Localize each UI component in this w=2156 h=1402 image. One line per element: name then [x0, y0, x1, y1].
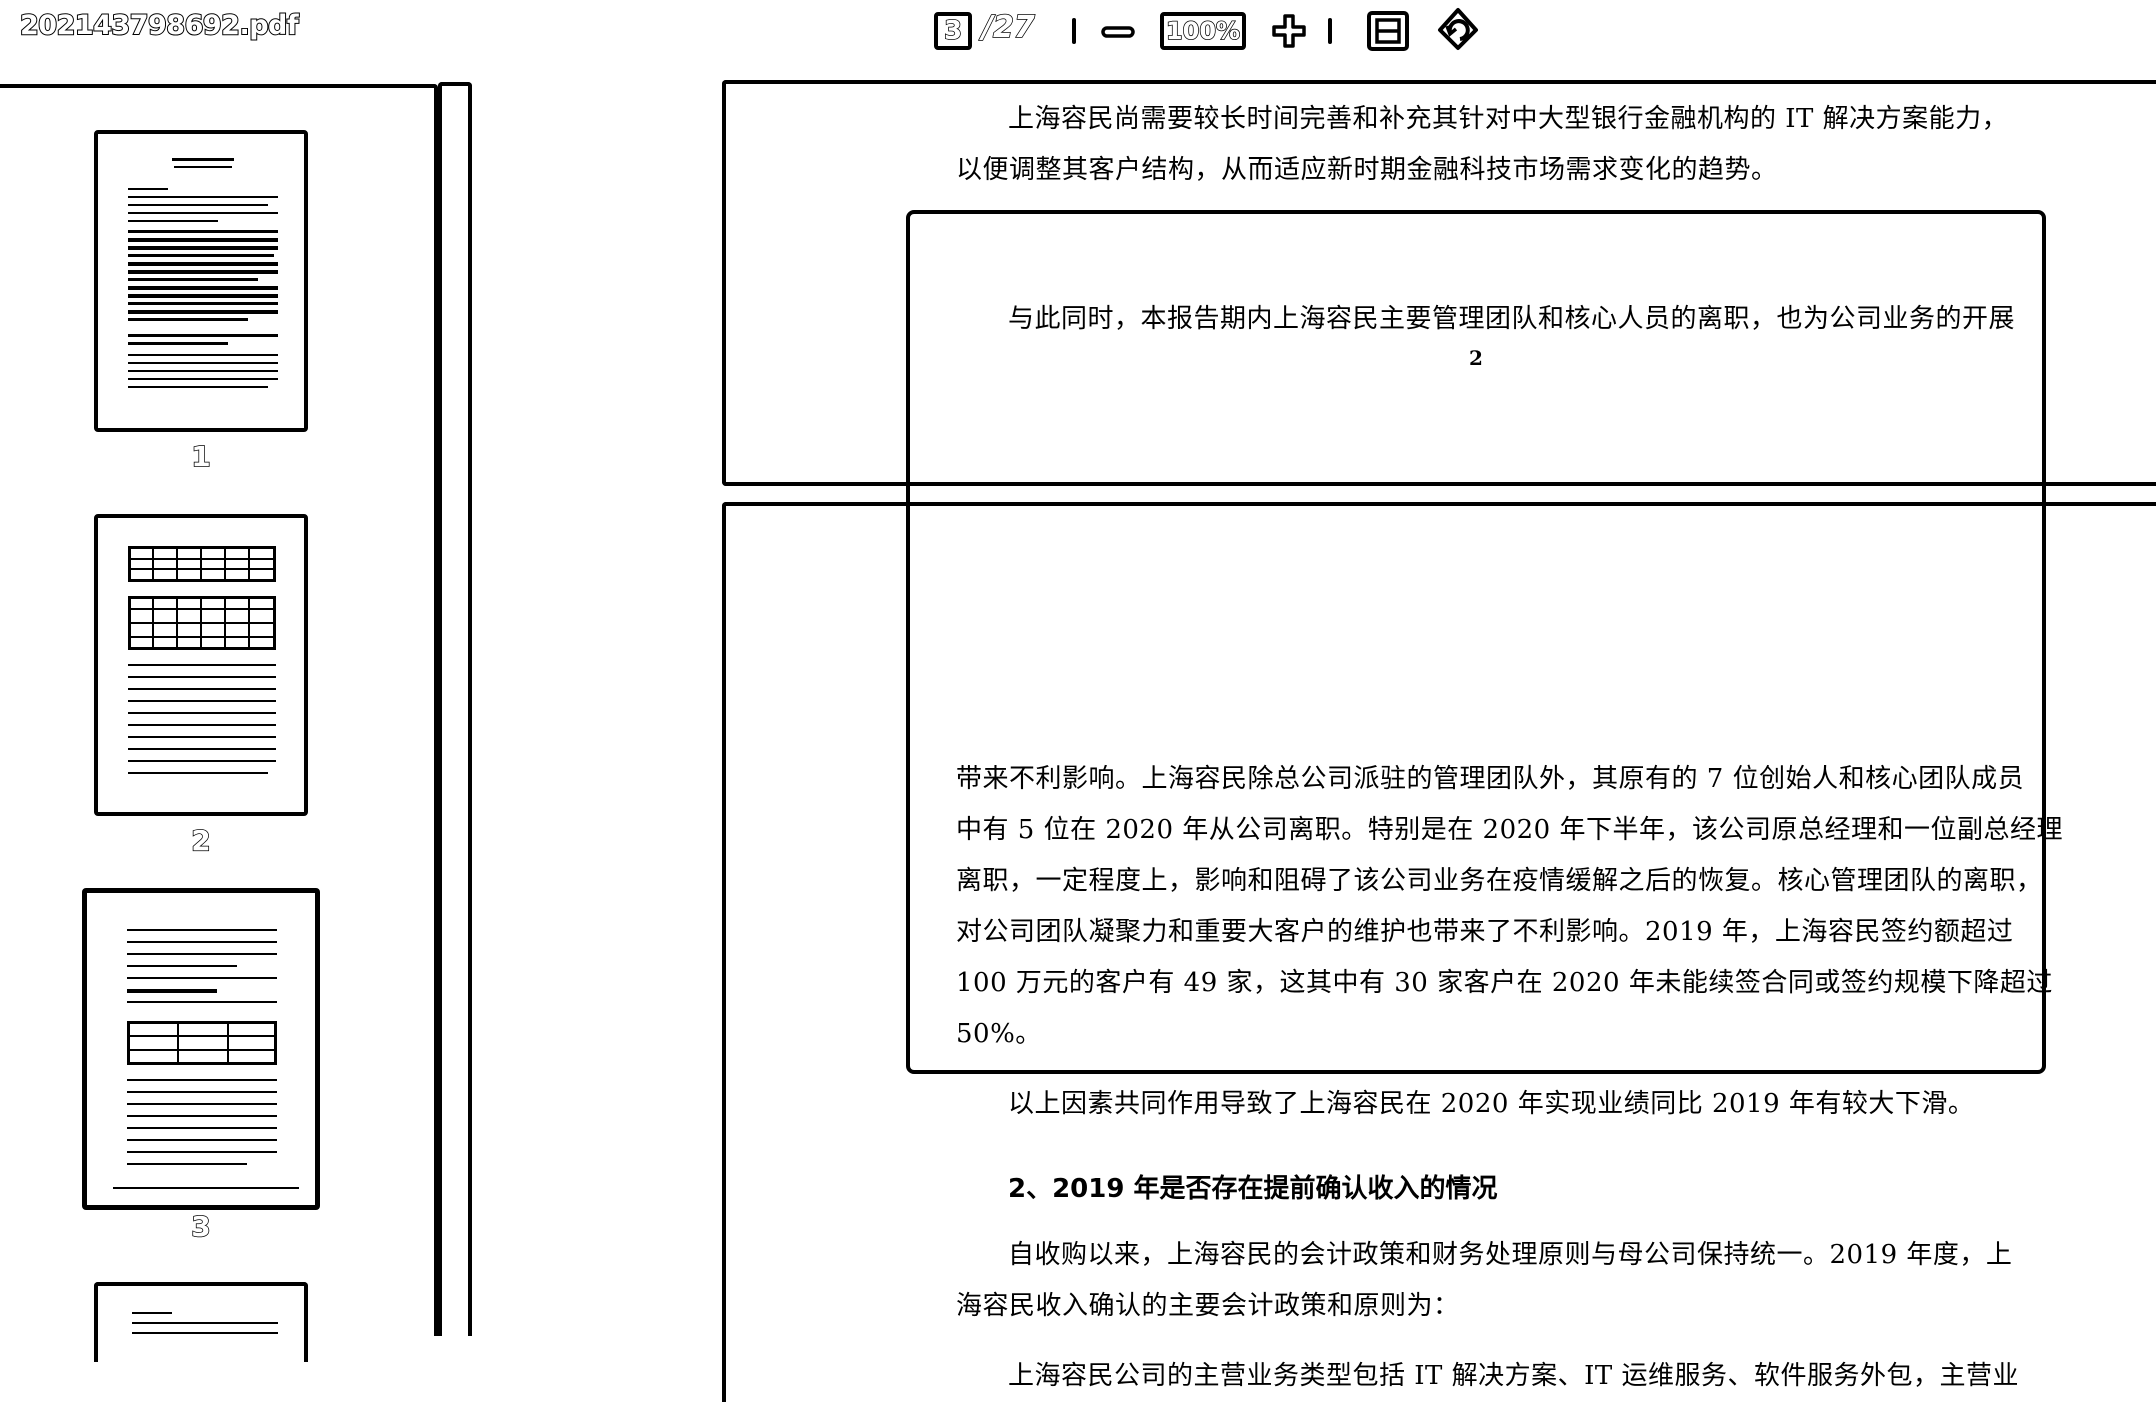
document-viewer: 上海容民尚需要较长时间完善和补充其针对中大型银行金融机构的 IT 解决方案能力，…: [476, 66, 2156, 1402]
toolbar-separator: [1072, 18, 1076, 44]
paragraph-line: 以便调整其客户结构，从而适应新时期金融科技市场需求变化的趋势。: [956, 155, 1778, 185]
thumbnail-page-1[interactable]: [94, 130, 308, 432]
thumbnail-label: 2: [191, 823, 212, 858]
paragraph-line: 海容民收入确认的主要会计政策和原则为：: [956, 1291, 1460, 1321]
toolbar-separator: [1328, 18, 1332, 44]
zoom-out-icon[interactable]: [1100, 14, 1136, 50]
paragraph-line: 上海容民公司的主营业务类型包括 IT 解决方案、IT 运维服务、软件服务外包，主…: [1008, 1361, 2020, 1391]
toolbar: 202143798692.pdf 3 /27 100%: [0, 0, 2156, 66]
paragraph-line: 与此同时，本报告期内上海容民主要管理团队和核心人员的离职，也为公司业务的开展: [1008, 304, 2016, 334]
section-heading: 2、2019 年是否存在提前确认收入的情况: [1008, 1174, 1498, 1204]
paragraph-line: 上海容民尚需要较长时间完善和补充其针对中大型银行金融机构的 IT 解决方案能力，: [1008, 104, 2009, 134]
thumbnail-page-2[interactable]: [94, 514, 308, 816]
thumbnail-page-3-selected[interactable]: [82, 888, 320, 1210]
text-selection-highlight: 与此同时，本报告期内上海容民主要管理团队和核心人员的离职，也为公司业务的开展 2: [906, 210, 2046, 1074]
page-total: /27: [981, 9, 1035, 46]
zoom-level-input[interactable]: 100%: [1160, 12, 1246, 50]
page-number: 2: [1469, 346, 1483, 370]
document-filename: 202143798692.pdf: [19, 9, 300, 42]
fit-page-icon[interactable]: [1366, 10, 1410, 52]
sidebar-scrollbar[interactable]: [438, 82, 472, 1336]
rotate-icon[interactable]: [1434, 6, 1482, 54]
paragraph-line: 自收购以来，上海容民的会计政策和财务处理原则与母公司保持统一。2019 年度，上: [1008, 1240, 2013, 1270]
thumbnail-label: 3: [191, 1209, 212, 1244]
paragraph-line: 以上因素共同作用导致了上海容民在 2020 年实现业绩同比 2019 年有较大下…: [1008, 1089, 1975, 1119]
zoom-in-icon[interactable]: [1270, 12, 1308, 50]
thumbnail-label: 1: [191, 439, 212, 474]
thumbnail-page-4[interactable]: [94, 1282, 308, 1362]
thumbnail-sidebar: 1 2 3: [0, 84, 438, 1362]
page-number-input[interactable]: 3: [934, 12, 972, 50]
